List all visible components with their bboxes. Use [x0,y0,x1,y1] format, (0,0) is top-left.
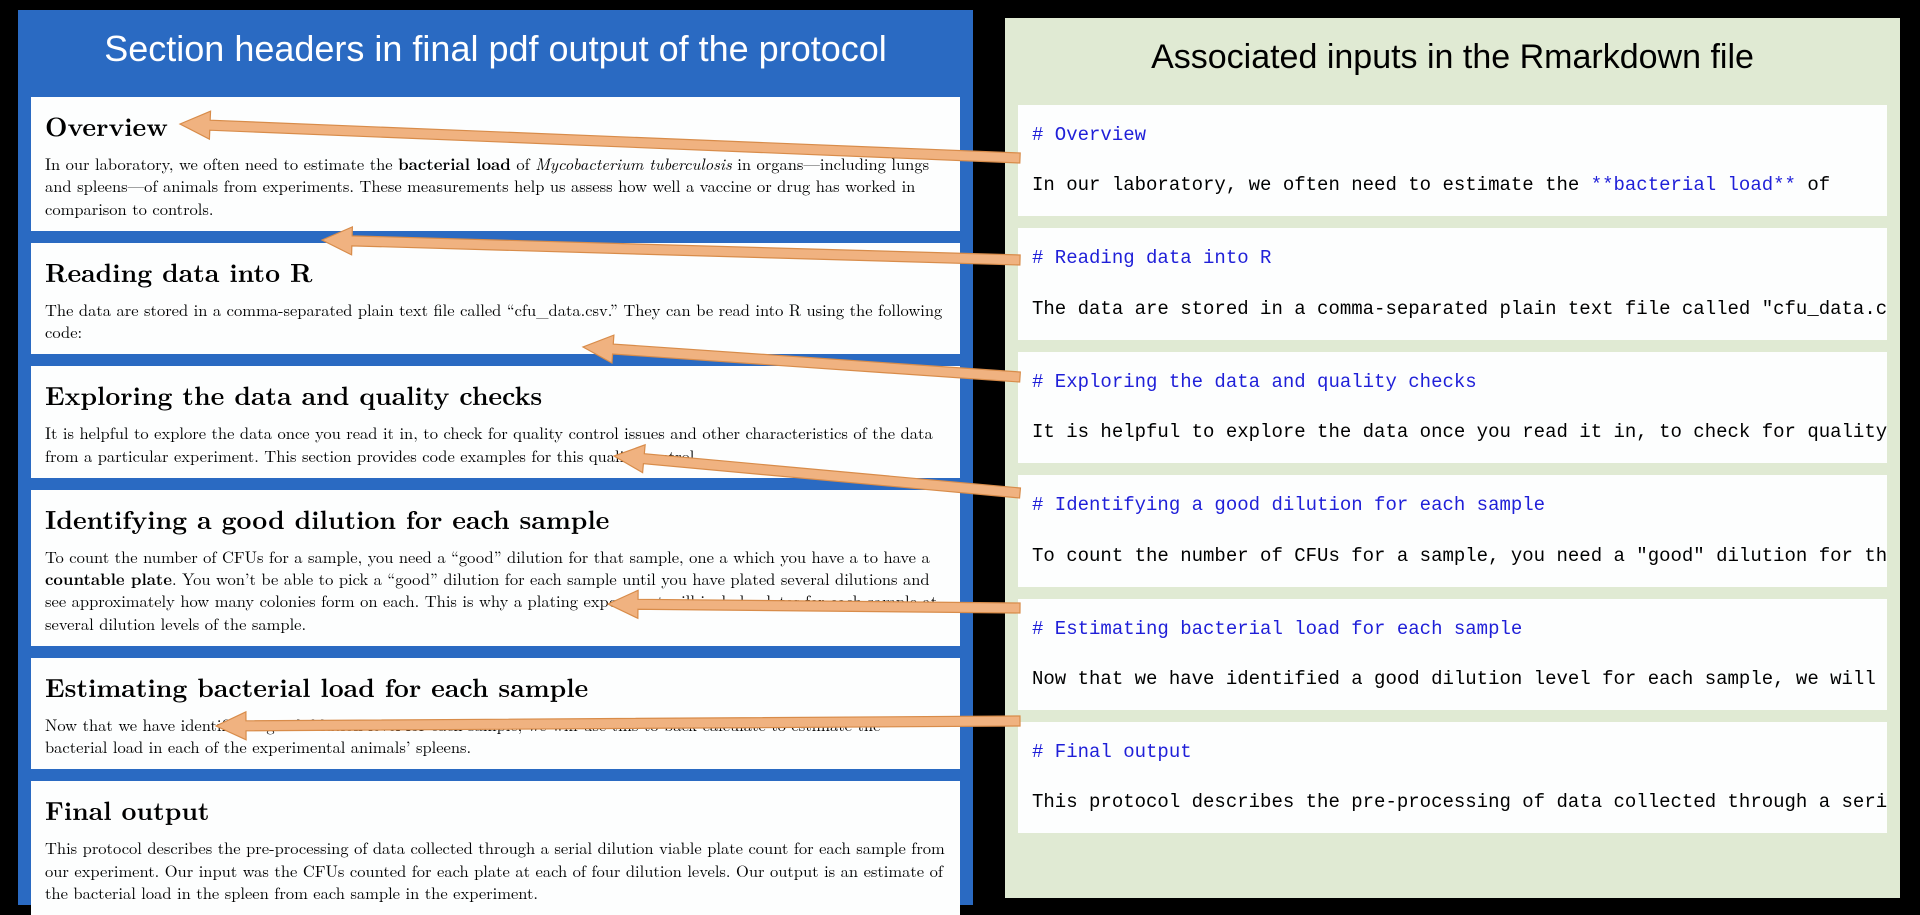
pdf-section-card: Final output This protocol describes the … [31,781,960,915]
pdf-section-body: In our laboratory, we often need to esti… [45,152,946,219]
code-blank-line [1032,524,1873,537]
pdf-section-body: Now that we have identified a good dilut… [45,713,946,758]
rmarkdown-code-block: # Overview In our laboratory, we often n… [1018,105,1887,216]
pdf-section-body: This protocol describes the pre-processi… [45,836,946,903]
markdown-header-token: # Overview [1032,124,1146,146]
rmarkdown-header-line: # Estimating bacterial load for each sam… [1032,611,1873,648]
pdf-section-card: Reading data into R The data are stored i… [31,243,960,355]
rmarkdown-header-line: # Final output [1032,734,1873,771]
pdf-section-heading: Estimating bacterial load for each sampl… [45,668,946,705]
code-body-text: Now that we have identified a good dilut… [1032,668,1876,690]
rmarkdown-body-line: It is helpful to explore the data once y… [1032,414,1873,451]
pdf-section-heading: Exploring the data and quality checks [45,376,946,413]
pdf-section-heading: Overview [45,107,946,144]
code-blank-line [1032,154,1873,167]
code-blank-line [1032,401,1873,414]
rmarkdown-input-panel: Associated inputs in the Rmarkdown file … [1005,18,1900,898]
markdown-header-token: # Reading data into R [1032,247,1271,269]
rmarkdown-input-title-bar: Associated inputs in the Rmarkdown file [1008,21,1897,93]
code-body-text: This protocol describes the pre-processi… [1032,791,1887,813]
rmarkdown-code-block: # Reading data into R The data are store… [1018,228,1887,339]
rmarkdown-body-line: The data are stored in a comma-separated… [1032,291,1873,328]
code-body-text: of [1796,174,1830,196]
rmarkdown-code-block: # Estimating bacterial load for each sam… [1018,599,1887,710]
pdf-output-title-bar: Section headers in final pdf output of t… [21,13,970,85]
rmarkdown-body-line: To count the number of CFUs for a sample… [1032,538,1873,575]
pdf-section-card: Overview In our laboratory, we often need… [31,97,960,231]
rmarkdown-input-title: Associated inputs in the Rmarkdown file [1151,38,1754,77]
markdown-header-token: # Identifying a good dilution for each s… [1032,494,1545,516]
code-body-text: It is helpful to explore the data once y… [1032,421,1887,443]
pdf-section-body: The data are stored in a comma-separated… [45,298,946,343]
code-blank-line [1032,277,1873,290]
pdf-output-panel: Section headers in final pdf output of t… [18,10,973,905]
pdf-section-card: Estimating bacterial load for each sampl… [31,658,960,770]
rmarkdown-body-line: This protocol describes the pre-processi… [1032,784,1873,821]
code-body-text: The data are stored in a comma-separated… [1032,298,1887,320]
pdf-section-body: It is helpful to explore the data once y… [45,421,946,466]
rmarkdown-header-line: # Exploring the data and quality checks [1032,364,1873,401]
rmarkdown-code-block: # Final output This protocol describes t… [1018,722,1887,833]
markdown-header-token: # Exploring the data and quality checks [1032,371,1477,393]
markdown-bold-token: **bacterial load** [1591,174,1796,196]
rmarkdown-body-line: Now that we have identified a good dilut… [1032,661,1873,698]
rmarkdown-code-block: # Exploring the data and quality checks … [1018,352,1887,463]
pdf-section-card: Exploring the data and quality checks It … [31,366,960,478]
code-blank-line [1032,648,1873,661]
rmarkdown-code-block: # Identifying a good dilution for each s… [1018,475,1887,586]
pdf-section-card: Identifying a good dilution for each sam… [31,490,960,646]
code-blank-line [1032,771,1873,784]
pdf-section-body: To count the number of CFUs for a sample… [45,545,946,634]
pdf-section-heading: Reading data into R [45,253,946,290]
rmarkdown-header-line: # Reading data into R [1032,240,1873,277]
rmarkdown-header-line: # Overview [1032,117,1873,154]
rmarkdown-body-line: In our laboratory, we often need to esti… [1032,167,1873,204]
code-body-text: To count the number of CFUs for a sample… [1032,545,1887,567]
pdf-section-heading: Final output [45,791,946,828]
code-body-text: In our laboratory, we often need to esti… [1032,174,1591,196]
pdf-output-title: Section headers in final pdf output of t… [104,28,887,70]
rmarkdown-header-line: # Identifying a good dilution for each s… [1032,487,1873,524]
markdown-header-token: # Final output [1032,741,1192,763]
pdf-section-heading: Identifying a good dilution for each sam… [45,500,946,537]
markdown-header-token: # Estimating bacterial load for each sam… [1032,618,1522,640]
